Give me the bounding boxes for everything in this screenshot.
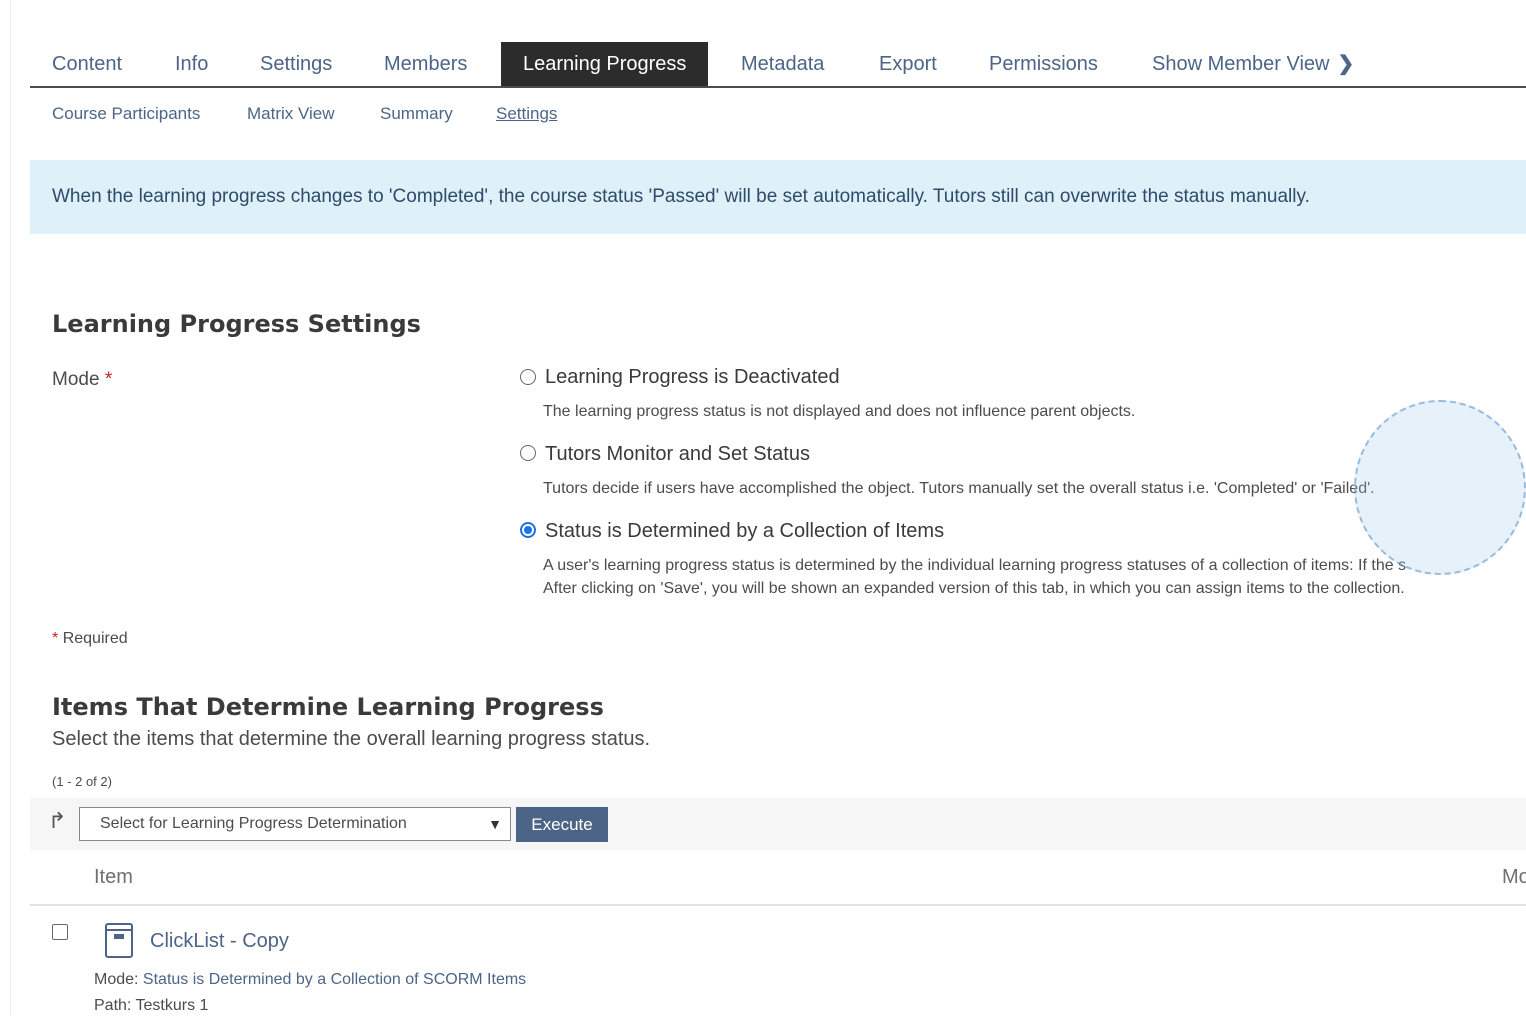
tab-permissions[interactable]: Permissions <box>989 42 1098 86</box>
main-tab-bar: Content Info Settings Members Learning P… <box>30 42 1526 88</box>
chevron-right-icon: ❯ <box>1337 53 1355 75</box>
subtab-settings[interactable]: Settings <box>496 104 557 124</box>
items-section-subtitle: Select the items that determine the over… <box>52 728 651 750</box>
tab-info[interactable]: Info <box>175 42 208 86</box>
option-desc-deactivated: The learning progress status is not disp… <box>543 403 1136 420</box>
option-desc-collection: A user's learning progress status is det… <box>543 557 1407 574</box>
items-count: (1 - 2 of 2) <box>52 774 112 789</box>
header-divider <box>30 904 1526 906</box>
required-note: * Required <box>52 630 128 647</box>
tab-content[interactable]: Content <box>52 42 122 86</box>
column-header-mode[interactable]: Mo <box>1502 866 1526 889</box>
info-message-text: When the learning progress changes to 'C… <box>52 186 1310 207</box>
item-path: Path: Testkurs 1 <box>94 997 209 1014</box>
turn-right-arrow-icon: ↱ <box>48 808 67 833</box>
chevron-down-icon: ▼ <box>488 816 502 832</box>
subtab-course-participants[interactable]: Course Participants <box>52 104 200 124</box>
subtab-summary[interactable]: Summary <box>380 104 453 124</box>
items-section-title: Items That Determine Learning Progress <box>52 693 604 721</box>
radio-tutors-monitor[interactable] <box>520 445 536 461</box>
option-desc-tutors-monitor: Tutors decide if users have accomplished… <box>543 480 1375 497</box>
click-highlight <box>1354 400 1526 575</box>
info-message-box: When the learning progress changes to 'C… <box>30 160 1526 234</box>
bulk-action-select[interactable]: Select for Learning Progress Determinati… <box>79 807 511 841</box>
column-header-item[interactable]: Item <box>94 866 133 889</box>
radio-collection-of-items[interactable] <box>520 522 536 538</box>
scorm-module-icon <box>105 923 133 958</box>
execute-button[interactable]: Execute <box>516 807 608 842</box>
item-mode: Mode: Status is Determined by a Collecti… <box>94 971 527 988</box>
tab-members[interactable]: Members <box>384 42 467 86</box>
required-star: * <box>104 369 113 390</box>
tab-show-member-view[interactable]: Show Member View ❯ <box>1152 42 1354 86</box>
tab-settings[interactable]: Settings <box>260 42 332 86</box>
radio-deactivated[interactable] <box>520 369 536 385</box>
tab-learning-progress[interactable]: Learning Progress <box>501 42 709 86</box>
left-edge-line <box>10 0 11 1016</box>
subtab-matrix-view[interactable]: Matrix View <box>247 104 335 124</box>
settings-title: Learning Progress Settings <box>52 310 421 338</box>
option-label-deactivated[interactable]: Learning Progress is Deactivated <box>545 366 840 389</box>
item-title-link[interactable]: ClickList - Copy <box>150 930 289 953</box>
option-label-tutors-monitor[interactable]: Tutors Monitor and Set Status <box>545 443 810 466</box>
mode-label: Mode * <box>52 369 113 390</box>
row-checkbox[interactable] <box>52 924 68 940</box>
tab-export[interactable]: Export <box>879 42 937 86</box>
tab-metadata[interactable]: Metadata <box>741 42 824 86</box>
option-desc-collection-note: After clicking on 'Save', you will be sh… <box>543 580 1405 597</box>
option-label-collection[interactable]: Status is Determined by a Collection of … <box>545 520 944 543</box>
